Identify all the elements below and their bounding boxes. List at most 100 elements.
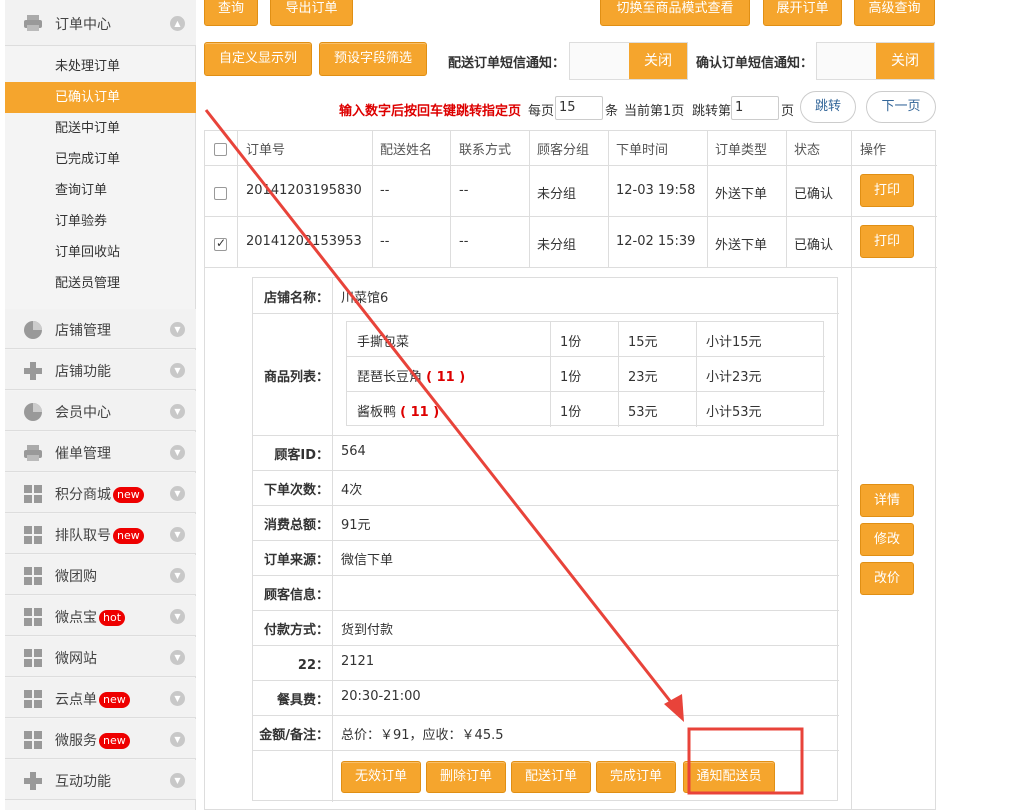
- detail-field-label: 餐具费：: [276, 693, 329, 708]
- column-header: 订单号: [246, 143, 286, 158]
- sidebar-item-5[interactable]: 订单验券: [5, 206, 196, 237]
- page-unit: 页: [781, 104, 795, 119]
- goods-tag: ( 11 ): [426, 370, 466, 385]
- print-button[interactable]: 打印: [860, 225, 914, 258]
- chevron-down-icon[interactable]: ▼: [170, 732, 185, 747]
- sidebar-section[interactable]: 积分商城 new ▼: [5, 473, 196, 513]
- sidebar-item-1[interactable]: 已确认订单: [5, 82, 196, 113]
- per-page-input[interactable]: 15: [555, 96, 603, 120]
- sidebar-section[interactable]: 微服务 new ▼: [5, 719, 196, 759]
- jump-page-input[interactable]: 1: [731, 96, 779, 120]
- divider: [253, 470, 839, 471]
- sidebar-section[interactable]: 微团购 ▼: [5, 555, 196, 595]
- badge-new: new: [113, 487, 144, 503]
- printer-icon: [24, 15, 42, 31]
- detail-field-value: 2121: [341, 654, 375, 669]
- query-button[interactable]: 查询: [204, 0, 258, 26]
- jump-button[interactable]: 跳转: [800, 91, 856, 123]
- sidebar-section[interactable]: 互动功能 ▼: [5, 760, 196, 800]
- divider: [253, 575, 839, 576]
- plus-icon: [24, 362, 42, 380]
- sidebar-section-label: 催单管理: [55, 443, 111, 463]
- custom-columns-button[interactable]: 自定义显示列: [204, 42, 312, 76]
- sidebar-section-text: 积分商城: [55, 487, 111, 503]
- goods-name: 酱板鸭 ( 11 ): [357, 401, 439, 420]
- sidebar-item-7[interactable]: 配送员管理: [5, 268, 196, 299]
- customer-group: 未分组: [537, 187, 577, 202]
- side-button-0[interactable]: 详情: [860, 484, 914, 517]
- action-button-1[interactable]: 删除订单: [426, 761, 506, 793]
- select-all-checkbox[interactable]: [214, 143, 227, 156]
- preset-filter-button[interactable]: 预设字段筛选: [319, 42, 427, 76]
- delivery-sms-toggle[interactable]: 关闭: [569, 42, 688, 80]
- sidebar-section[interactable]: 会员中心 ▼: [5, 391, 196, 431]
- order-type: 外送下单: [715, 238, 768, 253]
- delivery-sms-label: 配送订单短信通知：: [448, 56, 566, 71]
- next-page-button[interactable]: 下一页: [866, 91, 936, 123]
- action-button-2[interactable]: 配送订单: [511, 761, 591, 793]
- grid-icon: [24, 526, 42, 544]
- chevron-down-icon[interactable]: ▼: [170, 568, 185, 583]
- goods-name: 手撕包菜: [357, 331, 409, 350]
- sidebar-item-4[interactable]: 查询订单: [5, 175, 196, 206]
- sidebar-section-text: 微服务: [55, 733, 97, 749]
- chevron-up-icon[interactable]: ▲: [170, 16, 185, 31]
- chevron-down-icon[interactable]: ▼: [170, 322, 185, 337]
- sidebar-section-label: 会员中心: [55, 402, 111, 422]
- grid-icon: [24, 649, 42, 667]
- column-header: 状态: [794, 143, 821, 158]
- column-header: 操作: [860, 143, 887, 158]
- advanced-search-button[interactable]: 高级查询: [854, 0, 935, 26]
- sidebar-item-0[interactable]: 未处理订单: [5, 51, 196, 82]
- goods-list-label: 商品列表：: [263, 370, 329, 385]
- chevron-down-icon[interactable]: ▼: [170, 691, 185, 706]
- chevron-down-icon[interactable]: ▼: [170, 609, 185, 624]
- action-button-0[interactable]: 无效订单: [341, 761, 421, 793]
- action-button-3[interactable]: 完成订单: [596, 761, 676, 793]
- sidebar-section-label: 店铺功能: [55, 361, 111, 381]
- row-checkbox[interactable]: [214, 187, 227, 200]
- chevron-down-icon[interactable]: ▼: [170, 445, 185, 460]
- sidebar-section-label: 互动功能: [55, 771, 111, 791]
- badge-new: new: [99, 692, 130, 708]
- sidebar-section-order-center[interactable]: 订单中心 ▲: [5, 0, 196, 46]
- row-checkbox[interactable]: [214, 236, 227, 251]
- sidebar-item-6[interactable]: 订单回收站: [5, 237, 196, 268]
- sidebar-section[interactable]: 排队取号 new ▼: [5, 514, 196, 554]
- chevron-down-icon[interactable]: ▼: [170, 486, 185, 501]
- detail-field-label: 下单次数：: [263, 483, 329, 498]
- export-orders-button[interactable]: 导出订单: [270, 0, 353, 26]
- sidebar-item-2[interactable]: 配送中订单: [5, 113, 196, 144]
- divider: [253, 750, 839, 751]
- detail-field-label: 顾客信息：: [263, 588, 329, 603]
- chevron-down-icon[interactable]: ▼: [170, 404, 185, 419]
- expand-orders-button[interactable]: 展开订单: [763, 0, 842, 26]
- confirm-sms-toggle[interactable]: 关闭: [816, 42, 935, 80]
- sidebar-section[interactable]: 店铺管理 ▼: [5, 309, 196, 349]
- sidebar-section-label: 排队取号 new: [55, 525, 144, 545]
- goods-price: 15元: [628, 335, 658, 350]
- chevron-down-icon[interactable]: ▼: [170, 363, 185, 378]
- sidebar-section[interactable]: 店铺功能 ▼: [5, 350, 196, 390]
- sidebar-section-label: 积分商城 new: [55, 484, 144, 504]
- badge-new: new: [113, 528, 144, 544]
- column-header: 顾客分组: [537, 143, 590, 158]
- jump-to-label: 跳转第: [692, 104, 732, 119]
- sidebar-item-3[interactable]: 已完成订单: [5, 144, 196, 175]
- sidebar-section[interactable]: 微点宝 hot ▼: [5, 596, 196, 636]
- chevron-down-icon[interactable]: ▼: [170, 773, 185, 788]
- column-header: 订单类型: [715, 143, 768, 158]
- grid-icon: [24, 608, 42, 626]
- plus-icon: [24, 772, 42, 790]
- side-button-2[interactable]: 改价: [860, 562, 914, 595]
- column-header: 下单时间: [616, 143, 669, 158]
- sidebar-section[interactable]: 催单管理 ▼: [5, 432, 196, 472]
- sidebar-section[interactable]: 云点单 new ▼: [5, 678, 196, 718]
- chevron-down-icon[interactable]: ▼: [170, 527, 185, 542]
- print-button[interactable]: 打印: [860, 174, 914, 207]
- chevron-down-icon[interactable]: ▼: [170, 650, 185, 665]
- sidebar-section[interactable]: 微网站 ▼: [5, 637, 196, 677]
- switch-mode-button[interactable]: 切换至商品模式查看: [600, 0, 750, 26]
- action-button-4[interactable]: 通知配送员: [683, 761, 775, 793]
- side-button-1[interactable]: 修改: [860, 523, 914, 556]
